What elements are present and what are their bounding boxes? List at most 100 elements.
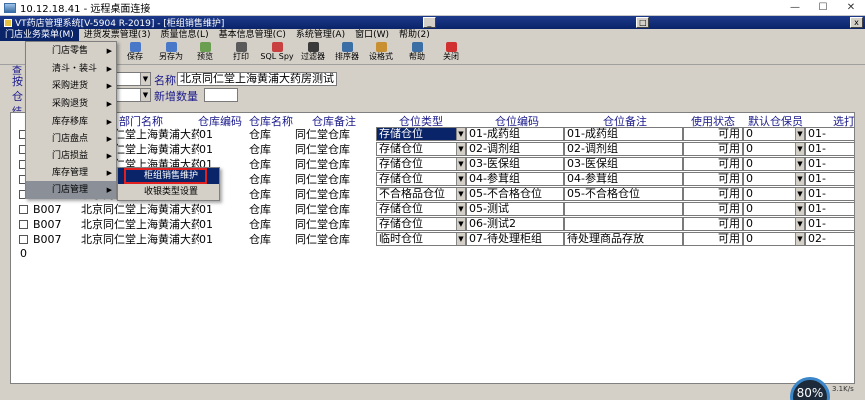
row-checkbox[interactable]: [19, 235, 28, 244]
table-row[interactable]: 北京同仁堂上海黄浦大药房01仓库同仁堂仓库存储仓位▼01-成药组01-成药组可用…: [11, 127, 854, 142]
toolbar-save2-button[interactable]: 保存: [118, 42, 152, 64]
menu-item-store-manage[interactable]: 门店管理 ▶: [26, 181, 116, 199]
chevron-down-icon[interactable]: ▼: [456, 218, 465, 230]
cell-loc-type[interactable]: 不合格品仓位 ▼: [376, 187, 466, 201]
minimize-button[interactable]: —: [781, 0, 809, 16]
toolbar-preview-button[interactable]: 预览: [188, 42, 222, 64]
cell-status[interactable]: 可用: [683, 217, 743, 231]
menu-item-stock-move[interactable]: 库存移库 ▶: [26, 113, 116, 131]
app-maximize-button[interactable]: □: [636, 17, 650, 28]
name-field[interactable]: 北京同仁堂上海黄浦大药房测试: [177, 72, 337, 86]
chevron-down-icon[interactable]: ▼: [795, 173, 804, 185]
cell-status[interactable]: 可用: [683, 232, 743, 246]
cell-loc-code[interactable]: 05-测试: [466, 202, 564, 216]
menu-help[interactable]: 帮助(2): [394, 29, 435, 41]
cell-loc-note[interactable]: 03-医保组: [564, 157, 683, 171]
chevron-down-icon[interactable]: ▼: [795, 203, 804, 215]
filter-combo-2[interactable]: ▼: [115, 88, 151, 102]
row-checkbox[interactable]: [19, 205, 28, 214]
cell-keeper[interactable]: 0 ▼: [743, 217, 805, 231]
cell-extra[interactable]: 01-: [805, 157, 854, 171]
close-button[interactable]: ✕: [837, 0, 865, 16]
chevron-down-icon[interactable]: ▼: [795, 188, 804, 200]
cell-extra[interactable]: 01-: [805, 142, 854, 156]
chevron-down-icon[interactable]: ▼: [795, 128, 804, 140]
cell-extra[interactable]: 01-: [805, 187, 854, 201]
menu-purchase-invoice[interactable]: 进货发票管理(3): [79, 29, 156, 41]
menu-item-retail[interactable]: 门店零售 ▶: [26, 42, 116, 60]
toolbar-print-button[interactable]: 打印: [224, 42, 258, 64]
cell-keeper[interactable]: 0 ▼: [743, 142, 805, 156]
toolbar-save-as-button[interactable]: 另存为: [154, 42, 188, 64]
menu-basic-info[interactable]: 基本信息管理(C): [214, 29, 291, 41]
cell-loc-note[interactable]: [564, 202, 683, 216]
menu-item-cashier-type[interactable]: 收银类型设置: [118, 184, 219, 200]
app-close-button[interactable]: x: [850, 17, 863, 28]
chevron-down-icon[interactable]: ▼: [456, 173, 465, 185]
table-row[interactable]: B007 北京同仁堂上海黄浦大药房01 仓库 同仁堂仓库 临时仓位▼07-待处理柜组待处…: [11, 232, 854, 247]
menu-item-stock-count[interactable]: 门店盘点 ▶: [26, 130, 116, 148]
add-quantity-field[interactable]: [204, 88, 238, 102]
chevron-down-icon[interactable]: ▼: [456, 158, 465, 170]
cell-keeper[interactable]: 0 ▼: [743, 232, 805, 246]
menu-item-purchase-return[interactable]: 采购退货 ▶: [26, 95, 116, 113]
table-row[interactable]: 北京同仁堂上海黄浦大药房01仓库同仁堂仓库存储仓位▼02-调剂组02-调剂组可用…: [11, 142, 854, 157]
menu-item-purchase-in[interactable]: 采购进货 ▶: [26, 77, 116, 95]
cell-loc-type[interactable]: 临时仓位 ▼: [376, 232, 466, 246]
cell-extra[interactable]: 01-: [805, 172, 854, 186]
chevron-down-icon[interactable]: ▼: [456, 128, 465, 140]
menu-store-business[interactable]: 门店业务菜单(M): [0, 29, 79, 41]
chevron-down-icon[interactable]: ▼: [140, 73, 150, 85]
app-minimize-button[interactable]: _: [422, 17, 436, 28]
cell-loc-code[interactable]: 03-医保组: [466, 157, 564, 171]
cell-keeper[interactable]: 0 ▼: [743, 127, 805, 141]
cell-loc-code[interactable]: 07-待处理柜组: [466, 232, 564, 246]
chevron-down-icon[interactable]: ▼: [795, 233, 804, 245]
cell-loc-note[interactable]: 待处理商品存放: [564, 232, 683, 246]
cell-loc-type[interactable]: 存储仓位 ▼: [376, 172, 466, 186]
cell-loc-note[interactable]: [564, 217, 683, 231]
cell-status[interactable]: 可用: [683, 157, 743, 171]
cell-status[interactable]: 可用: [683, 127, 743, 141]
filter-combo-1[interactable]: ▼: [115, 72, 151, 86]
table-row[interactable]: B007 北京同仁堂上海黄浦大药房01 仓库 同仁堂仓库 存储仓位▼06-测试2 可用0▼…: [11, 217, 854, 232]
cell-loc-code[interactable]: 02-调剂组: [466, 142, 564, 156]
menu-window[interactable]: 窗口(W): [350, 29, 394, 41]
menu-item-clean-fill[interactable]: 清斗・装斗 ▶: [26, 60, 116, 78]
cell-loc-type[interactable]: 存储仓位 ▼: [376, 157, 466, 171]
cell-extra[interactable]: 01-: [805, 202, 854, 216]
cell-status[interactable]: 可用: [683, 142, 743, 156]
cell-extra[interactable]: 01-: [805, 127, 854, 141]
cell-loc-type[interactable]: 存储仓位 ▼: [376, 127, 466, 141]
cell-loc-type[interactable]: 存储仓位 ▼: [376, 142, 466, 156]
cell-loc-note[interactable]: 04-参茸组: [564, 172, 683, 186]
cell-loc-note[interactable]: 01-成药组: [564, 127, 683, 141]
cell-loc-code[interactable]: 04-参茸组: [466, 172, 564, 186]
cell-loc-code[interactable]: 01-成药组: [466, 127, 564, 141]
cell-extra[interactable]: 02-: [805, 232, 854, 246]
toolbar-sort-button[interactable]: 排序器: [330, 42, 364, 64]
cell-extra[interactable]: 01-: [805, 217, 854, 231]
toolbar-help-button[interactable]: 帮助: [400, 42, 434, 64]
cell-keeper[interactable]: 0 ▼: [743, 202, 805, 216]
maximize-button[interactable]: ☐: [809, 0, 837, 16]
menu-item-profit-loss[interactable]: 门店损益 ▶: [26, 147, 116, 165]
chevron-down-icon[interactable]: ▼: [795, 218, 804, 230]
chevron-down-icon[interactable]: ▼: [456, 143, 465, 155]
cell-loc-code[interactable]: 05-不合格仓位: [466, 187, 564, 201]
cell-keeper[interactable]: 0 ▼: [743, 157, 805, 171]
cell-loc-code[interactable]: 06-测试2: [466, 217, 564, 231]
cell-status[interactable]: 可用: [683, 187, 743, 201]
cell-loc-type[interactable]: 存储仓位 ▼: [376, 202, 466, 216]
chevron-down-icon[interactable]: ▼: [795, 158, 804, 170]
toolbar-close-button[interactable]: 关闭: [434, 42, 468, 64]
table-row[interactable]: B007 北京同仁堂上海黄浦大药房01 仓库 同仁堂仓库 存储仓位▼05-测试 可用0▼0…: [11, 202, 854, 217]
cell-loc-type[interactable]: 存储仓位 ▼: [376, 217, 466, 231]
cell-loc-note[interactable]: 02-调剂组: [564, 142, 683, 156]
toolbar-format-button[interactable]: 设格式: [364, 42, 398, 64]
menu-item-stock-manage[interactable]: 库存管理 ▶: [26, 164, 116, 182]
menu-quality-info[interactable]: 质量信息(L): [156, 29, 214, 41]
chevron-down-icon[interactable]: ▼: [456, 188, 465, 200]
toolbar-sql-spy-button[interactable]: SQL Spy: [260, 42, 294, 64]
cell-keeper[interactable]: 0 ▼: [743, 187, 805, 201]
